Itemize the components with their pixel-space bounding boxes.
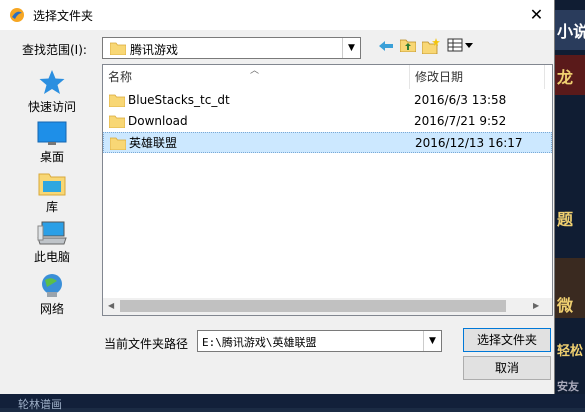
horizontal-scrollbar[interactable]: ◀ ▶ <box>103 298 552 315</box>
file-modified: 2016/12/13 16:17 <box>415 136 523 150</box>
folder-icon <box>110 42 126 55</box>
file-name: 英雄联盟 <box>129 136 178 150</box>
background-snippet: 小说 <box>557 22 585 41</box>
scroll-left-icon[interactable]: ◀ <box>108 301 114 310</box>
background-snippet: 题 <box>557 210 574 229</box>
folder-path-label: 当前文件夹路径 <box>104 337 189 351</box>
folder-icon <box>110 137 126 150</box>
look-in-value: 腾讯游戏 <box>130 43 179 57</box>
file-modified: 2016/7/21 9:52 <box>414 114 507 128</box>
file-modified: 2016/6/3 13:58 <box>414 93 507 107</box>
background-bottom-text: 轮林谱画 <box>18 398 62 411</box>
select-folder-dialog: 选择文件夹 ✕ 查找范围(I): 腾讯游戏 ▼ 快速访问 桌面 库 此电脑 网络… <box>0 0 555 394</box>
column-header-modified[interactable]: 修改日期 <box>410 65 545 89</box>
app-logo-icon <box>10 8 24 22</box>
file-list[interactable]: ︿ 名称 修改日期 BlueStacks_tc_dt 2016/6/3 13:5… <box>102 64 553 316</box>
place-library[interactable]: 库 <box>16 170 88 215</box>
dialog-title: 选择文件夹 <box>33 9 94 23</box>
view-menu-icon[interactable] <box>446 38 476 58</box>
cancel-button[interactable]: 取消 <box>463 356 551 380</box>
file-name: BlueStacks_tc_dt <box>128 93 230 107</box>
background-snippet: 微 <box>557 296 574 315</box>
computer-icon <box>37 221 67 245</box>
chevron-down-icon[interactable]: ▼ <box>342 38 360 58</box>
place-label: 桌面 <box>39 150 64 164</box>
desktop-icon <box>37 121 67 145</box>
up-folder-icon[interactable] <box>398 38 418 58</box>
library-icon <box>38 173 66 196</box>
list-item[interactable]: Download 2016/7/21 9:52 <box>103 111 552 132</box>
look-in-label: 查找范围(I): <box>22 43 87 57</box>
background-snippet: 安友 <box>557 380 579 393</box>
place-this-pc[interactable]: 此电脑 <box>16 220 88 265</box>
chevron-down-icon[interactable]: ▼ <box>423 331 441 351</box>
folder-icon <box>109 94 125 107</box>
title-bar[interactable]: 选择文件夹 ✕ <box>0 0 554 30</box>
place-quick-access[interactable]: 快速访问 <box>16 68 88 115</box>
list-item-selected[interactable]: 英雄联盟 2016/12/13 16:17 <box>103 132 552 153</box>
background-bottom-bar <box>0 394 585 408</box>
close-button[interactable]: ✕ <box>520 1 553 28</box>
place-label: 快速访问 <box>27 100 76 114</box>
back-icon[interactable] <box>376 38 396 58</box>
place-label: 库 <box>45 200 58 214</box>
place-desktop[interactable]: 桌面 <box>16 120 88 165</box>
sort-ascending-icon: ︿ <box>250 66 260 76</box>
look-in-dropdown[interactable]: 腾讯游戏 ▼ <box>102 37 361 59</box>
background-snippet: 龙 <box>557 68 574 87</box>
star-icon <box>39 70 65 94</box>
column-header-name[interactable]: ︿ 名称 <box>103 65 410 89</box>
place-label: 网络 <box>39 302 64 316</box>
place-network[interactable]: 网络 <box>16 272 88 317</box>
folder-path-value: E:\腾讯游戏\英雄联盟 <box>202 336 317 349</box>
folder-path-input[interactable]: E:\腾讯游戏\英雄联盟 ▼ <box>197 330 442 352</box>
new-folder-icon[interactable] <box>421 38 441 58</box>
scroll-right-icon[interactable]: ▶ <box>533 301 539 310</box>
scroll-thumb[interactable] <box>120 300 506 312</box>
column-header-overflow[interactable] <box>545 65 552 89</box>
list-item[interactable]: BlueStacks_tc_dt 2016/6/3 13:58 <box>103 90 552 111</box>
place-label: 此电脑 <box>33 250 70 264</box>
select-folder-button[interactable]: 选择文件夹 <box>463 328 551 352</box>
network-icon <box>42 274 62 297</box>
background-snippet: 轻松 <box>557 344 584 359</box>
folder-icon <box>109 115 125 128</box>
file-name: Download <box>128 114 188 128</box>
